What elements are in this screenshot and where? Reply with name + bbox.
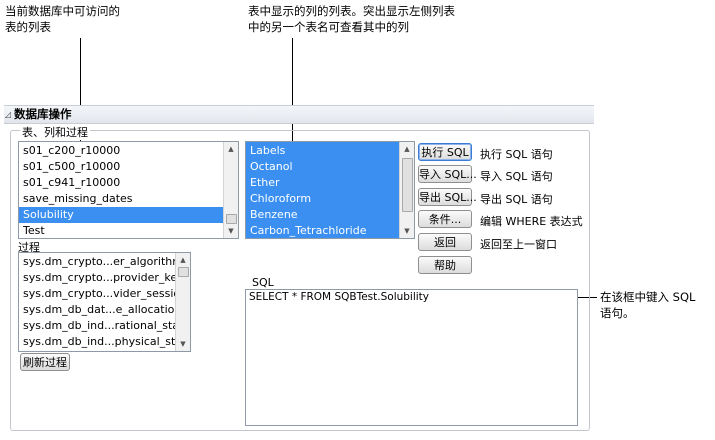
scroll-up-icon[interactable]: ▲: [224, 142, 238, 156]
panel-header[interactable]: [4, 105, 594, 124]
procedures-list[interactable]: sys.dm_crypto...er_algorithms;0 sys.dm_cr…: [18, 252, 191, 352]
execute-sql-description: 执行 SQL 语句: [480, 148, 553, 161]
list-item[interactable]: sys.dm_crypto...vider_sessions;0: [19, 286, 190, 302]
list-item[interactable]: Solubility: [19, 207, 238, 223]
sql-label: SQL: [252, 276, 274, 289]
help-button[interactable]: 帮助: [418, 256, 472, 274]
panel-title: 数据库操作: [14, 107, 72, 121]
list-item[interactable]: Test: [19, 223, 238, 238]
list-item[interactable]: sys.dm_db_ind...rational_stats;0: [19, 318, 190, 334]
scroll-thumb[interactable]: [402, 158, 413, 212]
callout-line: 中的另一个表名可查看其中的列: [248, 20, 409, 34]
scroll-down-icon[interactable]: ▼: [224, 224, 238, 238]
sql-text: SELECT * FROM SQBTest.Solubility: [249, 291, 430, 303]
scroll-up-icon[interactable]: ▲: [400, 142, 414, 156]
columns-list[interactable]: Labels Octanol Ether Chloroform Benzene Carbo…: [245, 141, 415, 239]
condition-description: 编辑 WHERE 表达式: [480, 215, 583, 228]
list-item[interactable]: Benzene: [246, 207, 414, 223]
group-label: 表、列和过程: [20, 124, 90, 140]
export-sql-description: 导出 SQL 语句: [480, 193, 553, 206]
callout-tables-list: 当前数据库中可访问的 表的列表: [5, 3, 120, 35]
scroll-thumb[interactable]: [226, 214, 237, 224]
list-item[interactable]: sys.dm_db_ind...physical_stats;0: [19, 334, 190, 350]
tables-list[interactable]: s01_c200_r10000 s01_c500_r10000 s01_c941_r…: [18, 141, 239, 239]
list-item[interactable]: Carbon_Tetrachloride: [246, 223, 414, 238]
callout-sql-box: 在该框中键入 SQL 语句。: [600, 289, 695, 321]
callout-line: 当前数据库中可访问的: [5, 4, 120, 18]
import-sql-description: 导入 SQL 语句: [480, 170, 553, 183]
list-item[interactable]: Octanol: [246, 159, 414, 175]
scroll-down-icon[interactable]: ▼: [400, 224, 414, 238]
procedures-scrollbar[interactable]: ▲ ▼: [175, 253, 190, 351]
list-item[interactable]: sys.dm_crypto...er_algorithms;0: [19, 254, 190, 270]
list-item[interactable]: s01_c200_r10000: [19, 143, 238, 159]
list-item[interactable]: Labels: [246, 143, 414, 159]
export-sql-button[interactable]: 导出 SQL...: [418, 188, 477, 206]
scroll-down-icon[interactable]: ▼: [176, 337, 190, 351]
list-item[interactable]: s01_c500_r10000: [19, 159, 238, 175]
callout-columns-list: 表中显示的列的列表。突出显示左侧列表 中的另一个表名可查看其中的列: [248, 3, 455, 35]
callout-line: 表的列表: [5, 20, 51, 34]
list-item[interactable]: sys.dm_crypto...provider_keys;0: [19, 270, 190, 286]
list-item[interactable]: Ether: [246, 175, 414, 191]
scroll-thumb[interactable]: [178, 267, 189, 277]
collapse-triangle-icon[interactable]: ◿: [5, 110, 11, 119]
execute-sql-button[interactable]: 执行 SQL: [418, 143, 472, 161]
list-item[interactable]: Chloroform: [246, 191, 414, 207]
scroll-up-icon[interactable]: ▲: [176, 253, 190, 267]
list-item[interactable]: sys.dm_db_dat...e_allocations;0: [19, 302, 190, 318]
condition-button[interactable]: 条件...: [418, 210, 472, 228]
callout-line: 在该框中键入 SQL: [600, 290, 696, 304]
callout-line: 语句。: [600, 306, 635, 320]
columns-scrollbar[interactable]: ▲ ▼: [399, 142, 414, 238]
refresh-procedures-button[interactable]: 刷新过程: [20, 353, 70, 371]
callout-line: 表中显示的列的列表。突出显示左侧列表: [248, 4, 455, 18]
sql-input[interactable]: SELECT * FROM SQBTest.Solubility: [245, 289, 578, 426]
import-sql-button[interactable]: 导入 SQL...: [418, 165, 477, 183]
tables-scrollbar[interactable]: ▲ ▼: [223, 142, 238, 238]
list-item[interactable]: save_missing_dates: [19, 191, 238, 207]
list-item[interactable]: s01_c941_r10000: [19, 175, 238, 191]
back-description: 返回至上一窗口: [480, 238, 557, 251]
back-button[interactable]: 返回: [418, 233, 472, 251]
